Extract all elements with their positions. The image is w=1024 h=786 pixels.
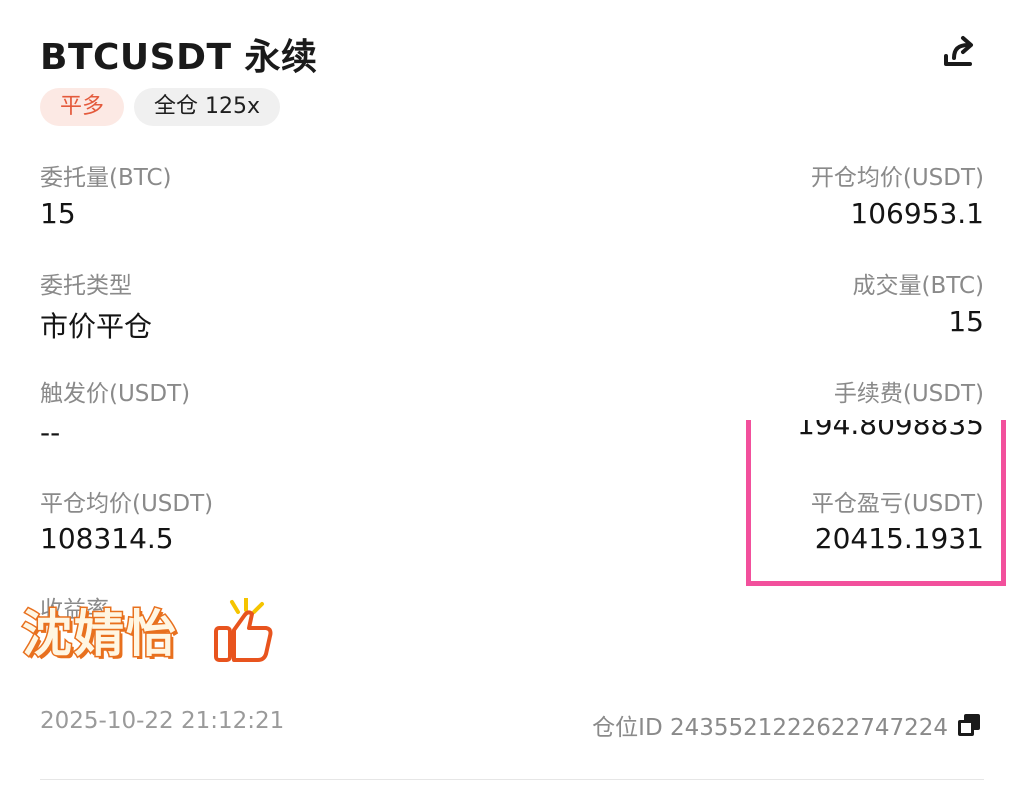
name-sticker: 沈婧怡 — [21, 594, 178, 666]
position-id-row: 仓位ID 2435521222622747224 — [592, 708, 980, 742]
open-avg-value: 106953.1 — [850, 197, 984, 230]
trigger-price-value: -- — [40, 416, 61, 449]
close-avg-label: 平仓均价(USDT) — [40, 491, 214, 517]
side-tag: 平多 — [40, 88, 125, 126]
order-type-label: 委托类型 — [40, 273, 132, 299]
page-title: BTCUSDT 永续 — [40, 37, 318, 78]
position-id: 仓位ID 2435521222622747224 — [592, 715, 948, 741]
copy-icon[interactable] — [958, 714, 980, 736]
filled-qty-label: 成交量(BTC) — [852, 273, 985, 299]
tag-group: 平多 全仓 125x — [40, 88, 281, 126]
order-qty-label: 委托量(BTC) — [40, 165, 172, 191]
order-type-value: 市价平仓 — [40, 310, 153, 343]
close-avg-value: 108314.5 — [40, 522, 174, 555]
filled-qty-value: 15 — [948, 305, 984, 338]
thumbs-up-icon — [214, 598, 273, 662]
pnl-highlight-box — [746, 420, 1006, 586]
timestamp: 2025-10-22 21:12:21 — [40, 708, 285, 734]
share-icon[interactable] — [940, 32, 980, 72]
divider — [40, 779, 984, 780]
margin-mode-tag: 全仓 125x — [134, 88, 281, 126]
trigger-price-label: 触发价(USDT) — [40, 381, 191, 407]
sticker-text: 沈婧怡 — [21, 603, 178, 665]
open-avg-label: 开仓均价(USDT) — [810, 165, 984, 191]
order-qty-value: 15 — [40, 197, 76, 230]
fee-label: 手续费(USDT) — [833, 381, 984, 407]
